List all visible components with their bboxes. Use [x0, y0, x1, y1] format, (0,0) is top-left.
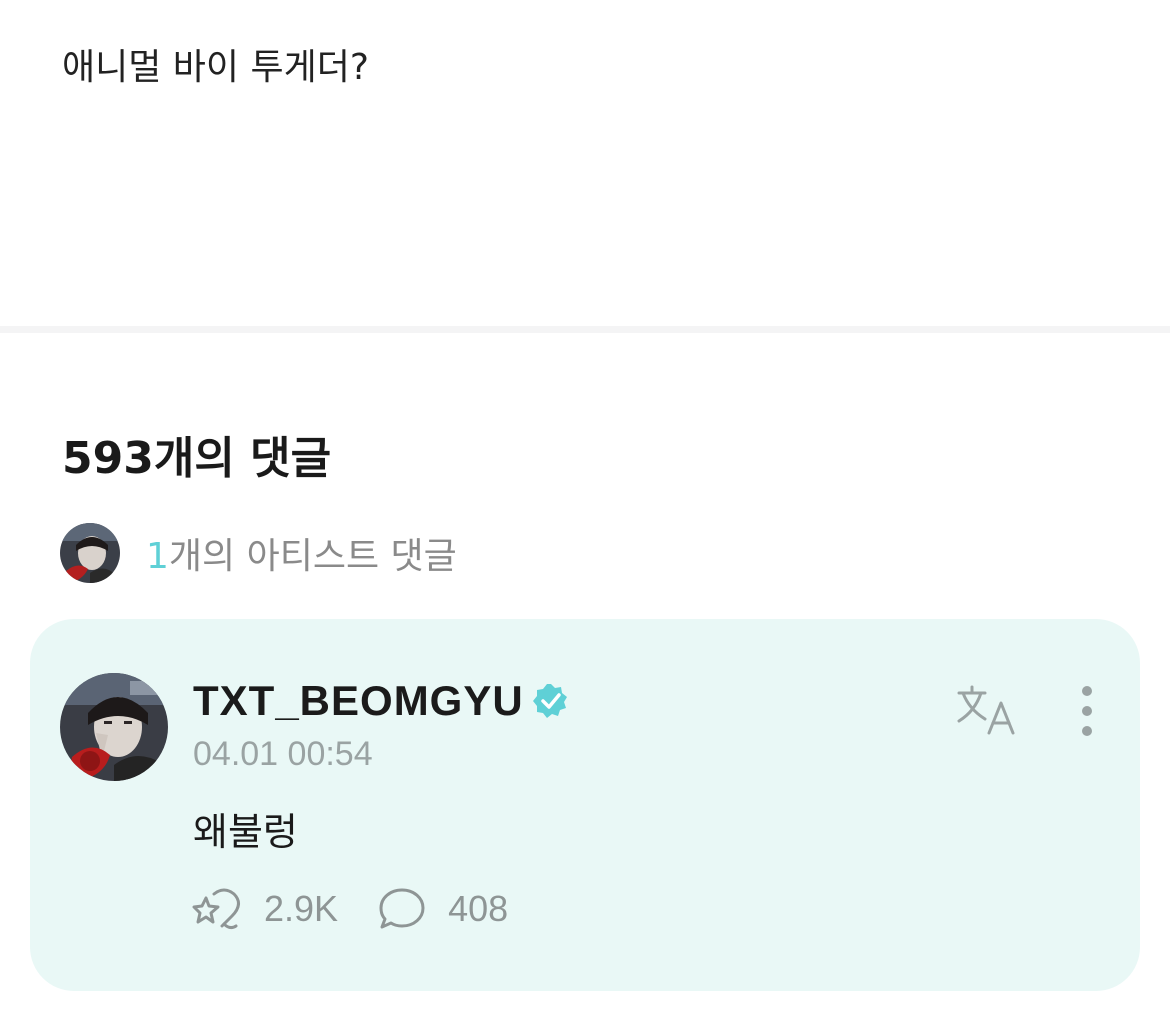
comment-text: 왜불렁	[193, 810, 298, 854]
comments-count-header: 593개의 댓글	[62, 433, 332, 484]
artist-comments-label: 개의 아티스트 댓글	[168, 536, 457, 577]
heart-star-icon	[192, 888, 240, 930]
more-options-button[interactable]	[1070, 685, 1104, 737]
reply-button[interactable]: 408	[376, 886, 508, 932]
section-divider	[0, 326, 1170, 333]
post-body-text: 애니멀 바이 투게더?	[62, 47, 369, 88]
comment-timestamp: 04.01 00:54	[193, 735, 373, 773]
more-vertical-icon	[1082, 686, 1092, 736]
reply-count: 408	[448, 888, 509, 929]
verified-badge-icon	[532, 682, 570, 720]
comment-author-name[interactable]: TXT_BEOMGYU	[193, 677, 524, 725]
translate-icon	[957, 685, 1015, 735]
comment-author-line: TXT_BEOMGYU	[193, 677, 570, 725]
artist-avatar	[60, 523, 120, 583]
comment-card: TXT_BEOMGYU 04.01 00:54 왜불렁 2.9K 408	[30, 619, 1140, 991]
artist-comments-count: 1	[146, 536, 169, 577]
like-count: 2.9K	[264, 888, 339, 929]
translate-button[interactable]	[955, 683, 1019, 739]
comment-author-avatar[interactable]	[60, 673, 168, 781]
comment-reactions: 2.9K 408	[192, 885, 546, 933]
artist-comments-label-wrapper: 1개의 아티스트 댓글	[146, 527, 457, 579]
speech-bubble-icon	[379, 888, 425, 929]
like-button[interactable]: 2.9K	[192, 886, 338, 932]
artist-comments-row[interactable]: 1개의 아티스트 댓글	[60, 522, 457, 584]
